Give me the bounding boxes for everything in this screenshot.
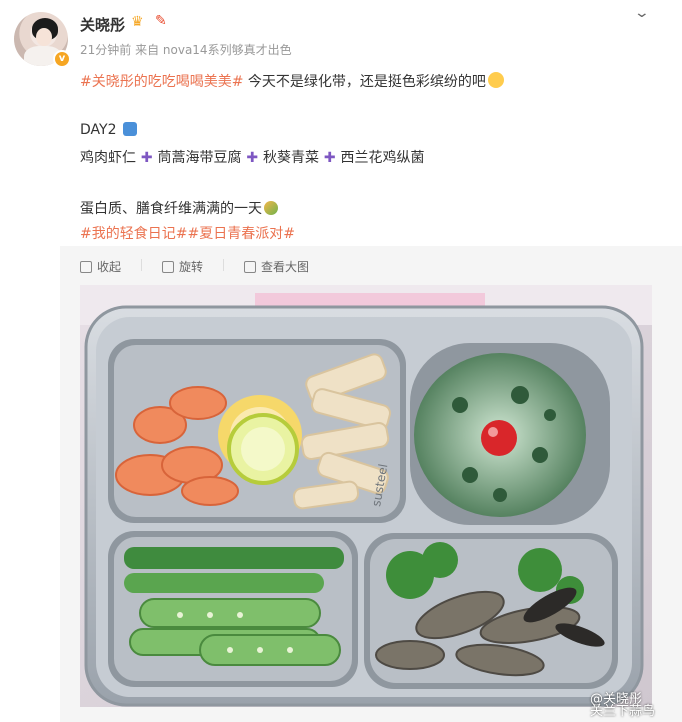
rotate-button[interactable]: 旋转 bbox=[162, 258, 203, 275]
post-text: 今天不是绿化带，还是挺色彩缤纷的吧 bbox=[243, 74, 486, 90]
collapse-label: 收起 bbox=[97, 260, 122, 274]
plus-icon: ✚ bbox=[318, 150, 341, 166]
food-item: 秋葵青菜 bbox=[262, 150, 319, 166]
avatar-face bbox=[36, 28, 52, 46]
collapse-button[interactable]: 收起 bbox=[80, 258, 121, 275]
rotate-label: 旋转 bbox=[179, 260, 204, 274]
lunchbox-illustration: susteel bbox=[80, 285, 652, 707]
hashtag-link[interactable]: #我的轻食日记##夏日青春派对# bbox=[80, 226, 295, 242]
bowl-icon bbox=[122, 122, 137, 136]
post-meta: 21分钟前 来自 nova14系列够真才出色 bbox=[80, 43, 292, 57]
post-line-foods: 鸡肉虾仁 ✚ 茼蒿海带豆腐 ✚ 秋葵青菜 ✚ 西兰花鸡纵菌 bbox=[80, 147, 424, 167]
view-large-icon bbox=[244, 260, 257, 273]
post-line-1: #关晓彤的吃吃喝喝美美# 今天不是绿化带，还是挺色彩缤纷的吧 bbox=[80, 71, 504, 91]
view-large-button[interactable]: 查看大图 bbox=[244, 258, 309, 275]
view-large-label: 查看大图 bbox=[261, 260, 310, 274]
divider bbox=[223, 259, 225, 271]
media-actions: 收起 旋转 查看大图 bbox=[80, 258, 329, 275]
food-item: 茼蒿海带豆腐 bbox=[157, 150, 242, 166]
author-name[interactable]: 关晓彤 bbox=[80, 14, 125, 35]
watermark-source: 关兰下蒜鸟 bbox=[590, 704, 656, 719]
rotate-icon bbox=[162, 260, 175, 273]
day-label: DAY2 bbox=[80, 122, 117, 138]
post-line-hashtags: #我的轻食日记##夏日青春派对# bbox=[80, 223, 295, 243]
divider bbox=[141, 259, 143, 271]
flame-badge-icon: ✎ bbox=[155, 13, 167, 29]
post-text: 蛋白质、膳食纤维满满的一天 bbox=[80, 201, 262, 217]
plus-icon: ✚ bbox=[241, 150, 263, 166]
collapse-icon bbox=[80, 260, 92, 273]
mango-emoji-icon bbox=[264, 201, 278, 215]
chevron-down-icon[interactable]: ⌄ bbox=[634, 5, 650, 21]
emoji-smile-icon bbox=[487, 72, 504, 88]
post-line-3: 蛋白质、膳食纤维满满的一天 bbox=[80, 198, 278, 218]
crown-icon: ♛ bbox=[131, 14, 144, 30]
food-item: 西兰花鸡纵菌 bbox=[340, 150, 425, 166]
plus-icon: ✚ bbox=[136, 150, 158, 166]
post-line-day: DAY2 bbox=[80, 122, 137, 138]
hashtag-link[interactable]: #关晓彤的吃吃喝喝美美# bbox=[80, 74, 243, 90]
post-photo[interactable]: susteel bbox=[80, 285, 652, 707]
verified-badge-icon: v bbox=[53, 50, 71, 68]
food-item: 鸡肉虾仁 bbox=[80, 150, 136, 166]
